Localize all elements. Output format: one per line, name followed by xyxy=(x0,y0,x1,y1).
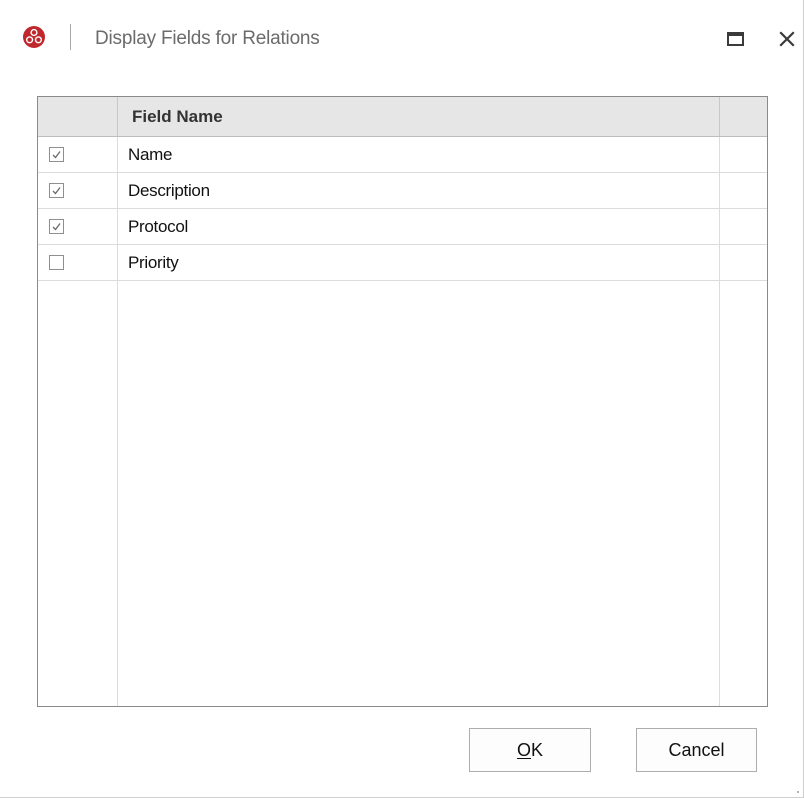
table-row[interactable]: Protocol xyxy=(38,209,767,245)
dialog-window: Display Fields for Relations Field Name xyxy=(0,0,804,798)
grid-header: Field Name xyxy=(38,97,767,137)
checkmark-icon xyxy=(52,223,61,231)
row-checkbox[interactable] xyxy=(49,183,64,198)
table-row[interactable]: Description xyxy=(38,173,767,209)
row-checkbox[interactable] xyxy=(49,255,64,270)
close-icon xyxy=(779,31,795,47)
checkmark-icon xyxy=(52,151,61,159)
maximize-icon xyxy=(726,32,744,46)
field-name-cell: Protocol xyxy=(128,217,188,236)
cancel-button[interactable]: Cancel xyxy=(636,728,757,772)
field-name-cell: Priority xyxy=(128,253,179,272)
fields-grid[interactable]: Field Name Name Description Protocol Pri… xyxy=(37,96,768,707)
app-logo-icon xyxy=(22,25,46,49)
ok-label-rest: K xyxy=(531,739,544,760)
row-checkbox[interactable] xyxy=(49,147,64,162)
table-row[interactable]: Name xyxy=(38,137,767,173)
maximize-button[interactable] xyxy=(722,26,748,52)
header-extra-column[interactable] xyxy=(720,97,767,136)
field-name-cell: Name xyxy=(128,145,173,164)
title-separator xyxy=(70,24,71,50)
row-checkbox[interactable] xyxy=(49,219,64,234)
table-row[interactable]: Priority xyxy=(38,245,767,281)
ok-button[interactable]: OK xyxy=(469,728,591,772)
title-bar[interactable]: Display Fields for Relations xyxy=(0,0,803,80)
window-title: Display Fields for Relations xyxy=(95,28,320,49)
header-check-column[interactable] xyxy=(38,97,118,136)
ok-mnemonic: O xyxy=(516,739,531,760)
field-name-cell: Description xyxy=(128,181,210,200)
close-button[interactable] xyxy=(774,26,800,52)
header-field-name-column[interactable]: Field Name xyxy=(118,97,720,136)
header-field-name-label: Field Name xyxy=(132,107,223,126)
resize-grip-icon[interactable] xyxy=(790,784,800,794)
checkmark-icon xyxy=(52,187,61,195)
